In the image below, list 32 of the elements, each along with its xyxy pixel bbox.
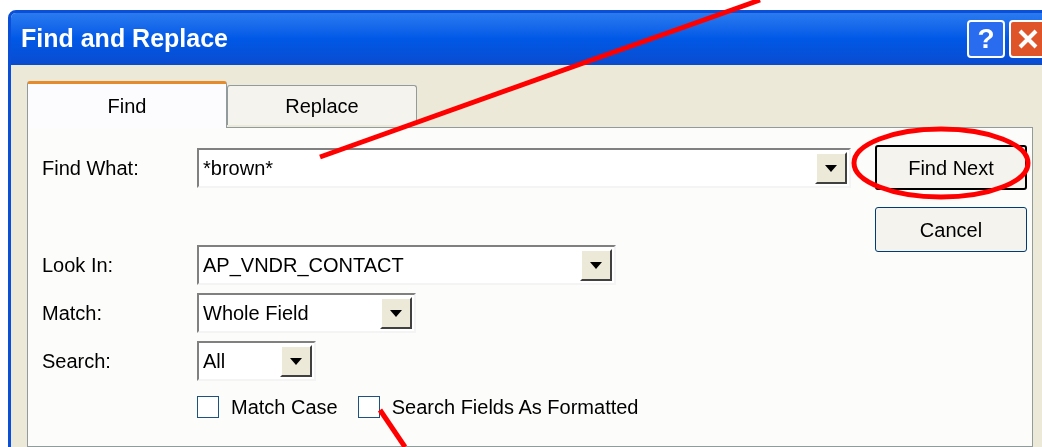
dropdown-button[interactable]: [380, 297, 412, 329]
dropdown-button[interactable]: [815, 152, 847, 184]
caret-icon: [590, 261, 602, 269]
help-button[interactable]: ?: [967, 20, 1005, 58]
checkbox[interactable]: [197, 396, 219, 418]
field-value: AP_VNDR_CONTACT: [202, 253, 405, 279]
dialog-button[interactable]: Find Next: [875, 145, 1027, 190]
dialog-button[interactable]: Cancel: [875, 207, 1027, 252]
field-label: Find What:: [42, 156, 140, 181]
dropdown-field[interactable]: AP_VNDR_CONTACT: [197, 245, 616, 285]
window-title: Find and Replace: [21, 23, 229, 55]
tab[interactable]: Replace: [227, 85, 417, 125]
checkbox-label: Match Case: [231, 395, 338, 420]
checkbox-label: Search Fields As Formatted: [391, 395, 639, 420]
caret-icon: [825, 164, 837, 172]
caret-icon: [290, 357, 302, 365]
dropdown-button[interactable]: [280, 345, 312, 377]
close-icon: [1017, 28, 1039, 50]
caret-icon: [390, 309, 402, 317]
checkbox[interactable]: [357, 396, 380, 418]
field-value: *brown*: [202, 156, 275, 181]
dropdown-field[interactable]: Whole Field: [197, 293, 416, 333]
close-button[interactable]: [1009, 20, 1042, 58]
field-value: All: [202, 349, 227, 374]
dropdown-field[interactable]: *brown*: [197, 148, 851, 188]
field-label: Search:: [42, 349, 112, 374]
field-label: Match:: [42, 301, 104, 326]
field-label: Look In:: [42, 253, 115, 278]
field-value: Whole Field: [202, 301, 310, 326]
dropdown-button[interactable]: [580, 249, 612, 281]
tab[interactable]: Find: [27, 81, 227, 128]
dropdown-field[interactable]: All: [197, 341, 316, 381]
